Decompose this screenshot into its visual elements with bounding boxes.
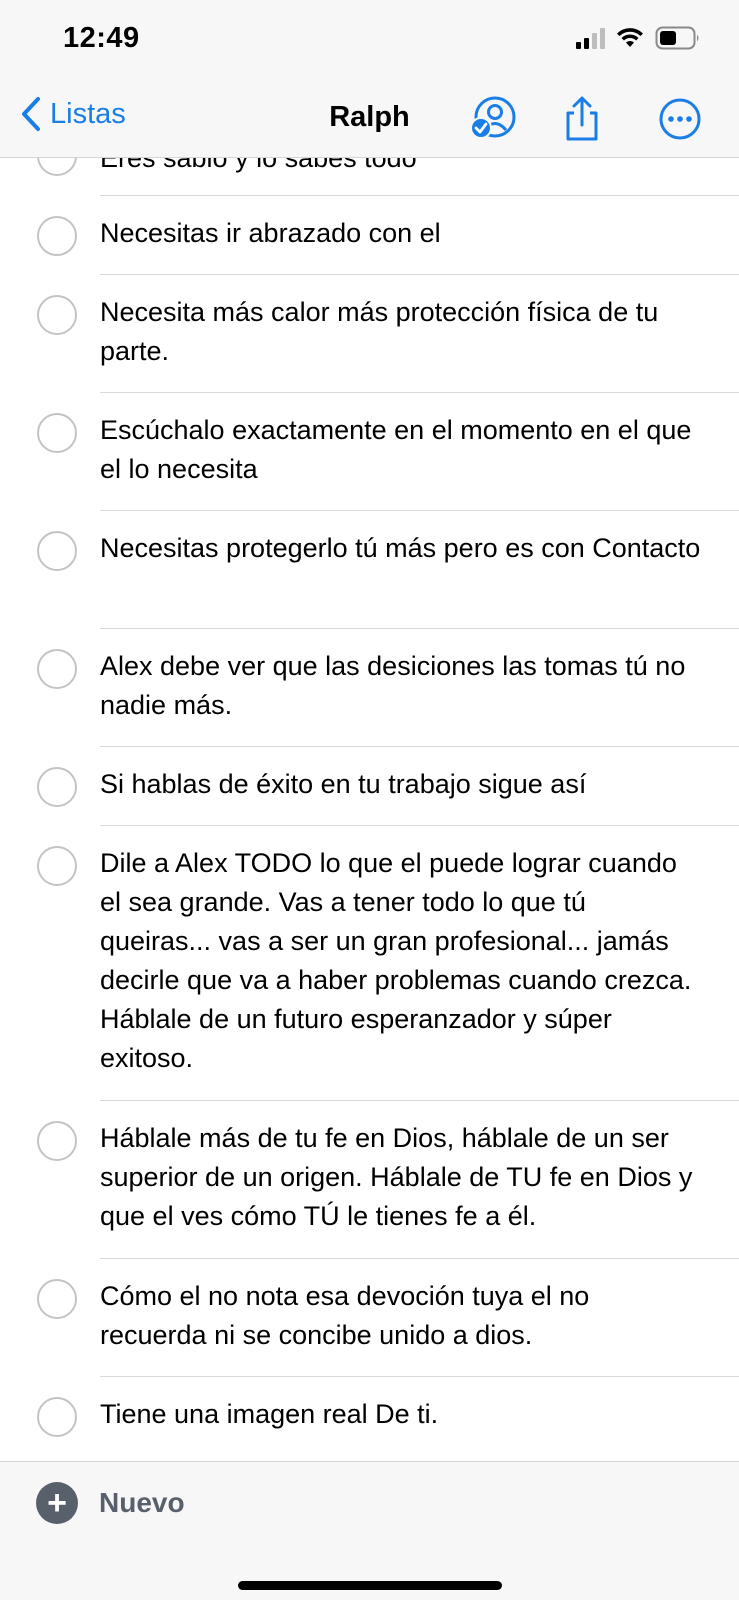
reminder-text[interactable]: Escúchalo exactamente en el momento en e… [100,411,703,489]
wifi-icon [617,28,643,47]
bottom-toolbar: + Nuevo [0,1461,739,1600]
completion-checkbox[interactable] [37,158,77,176]
completion-checkbox[interactable] [37,413,77,453]
battery-icon [655,26,699,50]
reminder-text[interactable]: Necesitas protegerlo tú más pero es con … [100,529,703,568]
reminder-text[interactable]: Háblale más de tu fe en Dios, háblale de… [100,1119,703,1236]
list-item: Cómo el no nota esa devoción tuya el no … [0,1259,739,1377]
reminder-text[interactable]: Necesitas ir abrazado con el [100,214,703,253]
status-time: 12:49 [63,22,140,54]
completion-checkbox[interactable] [37,767,77,807]
cellular-signal-icon [576,27,605,49]
navigation-header: 12:49 Listas Ralph [0,0,739,158]
plus-circle-icon: + [36,1482,78,1524]
list-item: Necesitas protegerlo tú más pero es con … [0,511,739,629]
list-item: Si hablas de éxito en tu trabajo sigue a… [0,747,739,826]
list-item: Alex debe ver que las desiciones las tom… [0,629,739,747]
back-label: Listas [50,97,126,130]
completion-checkbox[interactable] [37,216,77,256]
list-item: Escúchalo exactamente en el momento en e… [0,393,739,511]
list-item: Necesitas ir abrazado con el [0,196,739,275]
share-icon [566,96,598,141]
reminder-text[interactable]: Dile a Alex TODO lo que el puede lograr … [100,844,703,1078]
more-icon [659,98,701,140]
completion-checkbox[interactable] [37,846,77,886]
reminder-text[interactable]: Eres sabio y lo sabes todo [100,158,703,178]
home-indicator[interactable] [238,1581,502,1590]
completion-checkbox[interactable] [37,295,77,335]
shared-list-button[interactable] [469,95,517,143]
share-button[interactable] [558,95,606,143]
list-item: Eres sabio y lo sabes todo [0,158,739,196]
completion-checkbox[interactable] [37,649,77,689]
completion-checkbox[interactable] [37,1397,77,1437]
status-icons [576,26,701,50]
shared-person-icon [470,96,516,139]
reminders-list: Eres sabio y lo sabes todo Necesitas ir … [0,158,739,1456]
list-item: Háblale más de tu fe en Dios, háblale de… [0,1101,739,1259]
reminder-text[interactable]: Cómo el no nota esa devoción tuya el no … [100,1277,703,1355]
reminder-text[interactable]: Alex debe ver que las desiciones las tom… [100,647,703,725]
reminder-text[interactable]: Si hablas de éxito en tu trabajo sigue a… [100,765,703,804]
more-button[interactable] [656,95,704,143]
completion-checkbox[interactable] [37,531,77,571]
back-button[interactable]: Listas [20,96,126,132]
reminder-text[interactable]: Necesita más calor más protección física… [100,293,703,371]
new-reminder-button[interactable]: + Nuevo [36,1482,185,1524]
reminder-text[interactable]: Tiene una imagen real De ti. [100,1395,703,1434]
list-item: Necesita más calor más protección física… [0,275,739,393]
list-item: Dile a Alex TODO lo que el puede lograr … [0,826,739,1101]
chevron-left-icon [22,97,40,131]
new-reminder-label: Nuevo [99,1487,185,1518]
completion-checkbox[interactable] [37,1279,77,1319]
list-item: Tiene una imagen real De ti. [0,1377,739,1456]
completion-checkbox[interactable] [37,1121,77,1161]
